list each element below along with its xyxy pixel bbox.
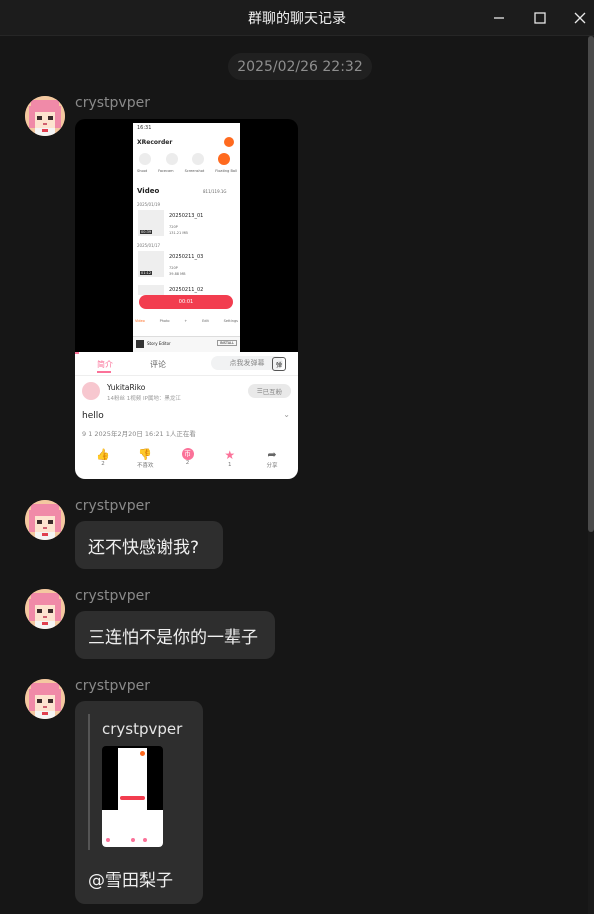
video-meta: 9 1 2025年2月20日 16:21 1人正在看: [82, 430, 196, 438]
section-title: Video: [137, 187, 160, 195]
video-name: 20250213_01: [169, 213, 204, 219]
video-thumbnail: [138, 285, 164, 295]
uploader-name: YukitaRiko: [107, 383, 146, 392]
bottom-nav: Video Photo + Edit Settings: [135, 319, 238, 323]
tool-labels: Shoot Facecam Screenshot Floating Ball: [137, 169, 237, 173]
list-date: 2025/01/19: [137, 202, 161, 207]
avatar-image: [25, 500, 65, 540]
video-size: 131.21 MB: [169, 231, 188, 235]
thumb-up-icon: 👍: [96, 448, 110, 461]
video-thumbnail: 00:39: [138, 210, 164, 236]
image-message[interactable]: 16:31 XRecorder Shoot Facecam Screenshot Fl…: [75, 119, 298, 479]
video-res: 720P: [169, 266, 178, 270]
like-action: 👍 2: [85, 448, 121, 469]
title-bar: 群聊的聊天记录: [0, 0, 594, 36]
video-res: 720P: [169, 225, 178, 229]
quote-message-text: @雪田梨子: [88, 871, 173, 891]
text-message-bubble[interactable]: 还不快感谢我?: [75, 521, 223, 569]
favorite-action: ★ 1: [212, 448, 248, 469]
scrollbar-thumb[interactable]: [588, 36, 594, 532]
floating-ball-icon: [218, 153, 230, 165]
close-button[interactable]: [569, 8, 591, 28]
video-size: 39.88 MB: [169, 272, 186, 276]
video-title: hello: [82, 411, 104, 421]
screenshot-icon: [192, 153, 204, 165]
share-icon: ➦: [267, 448, 277, 461]
share-action: ➦ 分享: [254, 448, 290, 469]
avatar-image: [25, 96, 65, 136]
coin-icon: 币: [181, 448, 194, 460]
avatar[interactable]: [25, 96, 65, 136]
dislike-action: 👎 不喜欢: [127, 448, 163, 469]
minimize-icon: [494, 17, 504, 19]
avatar[interactable]: [25, 500, 65, 540]
video-info-panel: 简介 评论 点我发弹幕 弹 YukitaRiko 14粉丝 1视频 IP属地：黑…: [75, 352, 298, 479]
quote-bar: [88, 714, 90, 850]
text-message-bubble[interactable]: 三连怕不是你的一辈子: [75, 611, 275, 659]
list-date: 2025/01/17: [137, 243, 161, 248]
expand-icon: ⌄: [283, 410, 290, 419]
minimize-button[interactable]: [488, 8, 510, 28]
uploader-avatar: [82, 382, 100, 400]
video-name: 20250211_03: [169, 254, 204, 260]
record-timer: 00:01: [139, 295, 233, 309]
avatar-image: [25, 589, 65, 629]
tab-intro: 简介: [97, 360, 113, 369]
shoot-icon: [139, 153, 151, 165]
quoted-image-thumbnail[interactable]: [102, 746, 163, 847]
action-bar: 👍 2 👎 不喜欢 币 2 ★ 1 ➦ 分享: [85, 448, 290, 469]
coin-action: 币 2: [170, 448, 206, 469]
sender-name: crystpvper: [75, 498, 150, 514]
video-name: 20250211_02: [169, 287, 204, 293]
maximize-icon: [534, 12, 546, 24]
timestamp-badge: 2025/02/26 22:32: [228, 53, 372, 80]
quote-message-bubble[interactable]: crystpvper @雪田梨子: [75, 701, 203, 904]
close-icon: [574, 12, 586, 24]
storage-text: 811/119.1G: [203, 189, 227, 194]
sender-name: crystpvper: [75, 95, 150, 111]
star-icon: ★: [224, 448, 236, 462]
follow-badge: ☰ 已互粉: [248, 384, 291, 398]
danmaku-toggle-icon: 弹: [272, 357, 286, 371]
facecam-icon: [166, 153, 178, 165]
sender-name: crystpvper: [75, 678, 150, 694]
phone-screenshot: 16:31 XRecorder Shoot Facecam Screenshot Fl…: [133, 123, 240, 352]
status-time: 16:31: [137, 125, 152, 131]
avatar[interactable]: [25, 679, 65, 719]
avatar-image: [25, 679, 65, 719]
ad-banner: Story Editor INSTALL: [133, 336, 240, 352]
tab-comment: 评论: [150, 360, 166, 369]
record-icon: [224, 137, 234, 147]
avatar[interactable]: [25, 589, 65, 629]
app-name: XRecorder: [137, 139, 173, 146]
maximize-button[interactable]: [529, 8, 551, 28]
thumb-down-icon: 👎: [138, 448, 153, 461]
uploader-stats: 14粉丝 1视频 IP属地：黑龙江: [107, 396, 181, 402]
sender-name: crystpvper: [75, 588, 150, 604]
quote-sender: crystpvper: [102, 720, 183, 738]
video-thumbnail: 01:12: [138, 251, 164, 277]
